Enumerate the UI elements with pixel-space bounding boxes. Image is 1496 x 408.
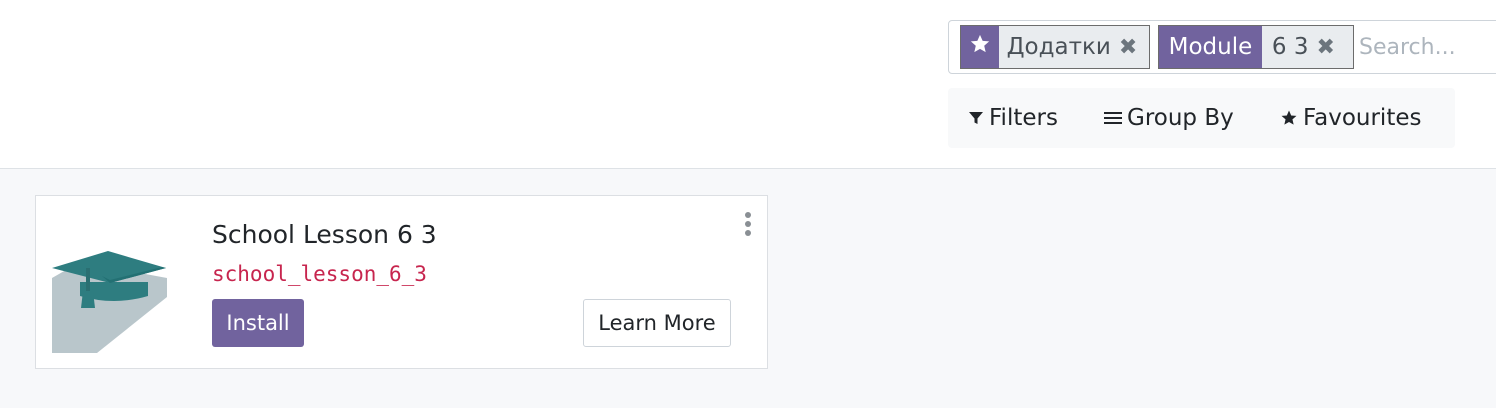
- search-panel-buttons: Filters Group By Favourites: [948, 88, 1455, 148]
- module-title: School Lesson 6 3: [212, 220, 437, 249]
- filters-button[interactable]: Filters: [968, 88, 1058, 148]
- group-by-button[interactable]: Group By: [1104, 88, 1234, 148]
- facet-label: [961, 26, 999, 68]
- module-card[interactable]: School Lesson 6 3 school_lesson_6_3 Inst…: [35, 195, 768, 369]
- search-facet-apps[interactable]: Додатки ✖: [960, 25, 1150, 69]
- facet-value-text: 6 3: [1271, 34, 1309, 60]
- search-input[interactable]: [1359, 29, 1496, 65]
- kebab-dot: [745, 221, 751, 227]
- kebab-dot: [745, 230, 751, 236]
- learn-more-button[interactable]: Learn More: [583, 299, 731, 347]
- facet-value-text: Додатки: [1006, 34, 1111, 60]
- install-button[interactable]: Install: [212, 299, 304, 347]
- filters-label: Filters: [989, 105, 1058, 131]
- kebab-dot: [745, 212, 751, 218]
- facet-label: Module: [1159, 26, 1262, 68]
- group-by-label: Group By: [1127, 105, 1234, 131]
- search-facet-module[interactable]: Module 6 3 ✖: [1158, 25, 1354, 69]
- favourites-button[interactable]: Favourites: [1280, 88, 1421, 148]
- bars-icon: [1104, 110, 1122, 126]
- star-icon: [1280, 109, 1298, 127]
- favourites-label: Favourites: [1303, 105, 1422, 131]
- close-icon[interactable]: ✖: [1316, 35, 1334, 60]
- star-icon: [969, 33, 991, 61]
- close-icon[interactable]: ✖: [1119, 35, 1137, 60]
- facet-values: Додатки ✖: [998, 26, 1149, 68]
- control-panel: Додатки ✖ Module 6 3 ✖ Filters Group By: [0, 0, 1496, 169]
- facet-values: 6 3 ✖: [1261, 26, 1353, 68]
- filter-icon: [968, 110, 984, 126]
- graduation-cap-icon: [52, 250, 172, 353]
- more-options-icon[interactable]: [742, 212, 754, 236]
- module-technical-name: school_lesson_6_3: [212, 262, 427, 286]
- search-box[interactable]: Додатки ✖ Module 6 3 ✖: [948, 20, 1496, 74]
- kanban-view: School Lesson 6 3 school_lesson_6_3 Inst…: [0, 169, 1496, 408]
